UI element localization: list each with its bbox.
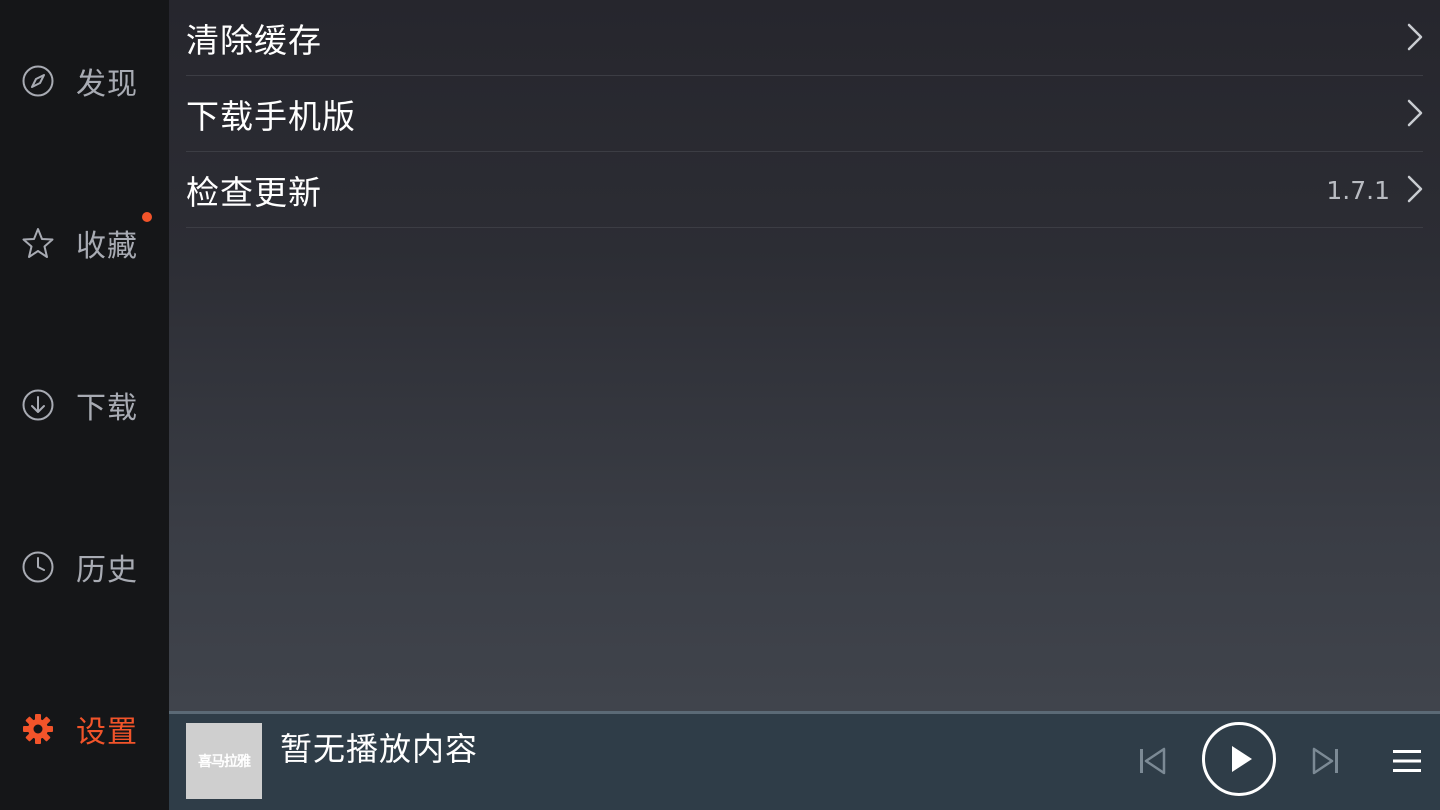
download-icon [21, 388, 55, 422]
sidebar-item-favorites[interactable]: 收藏 [0, 203, 169, 283]
play-icon [1232, 746, 1252, 772]
app-window: 发现 收藏 下载 历史 设置 清除缓存 下载手机版 检查更新 1.7.1 喜马拉… [0, 0, 1440, 810]
album-cover[interactable]: 喜马拉雅 [186, 723, 262, 799]
play-button[interactable] [1202, 722, 1276, 796]
settings-panel: 清除缓存 下载手机版 检查更新 1.7.1 [169, 0, 1440, 711]
settings-row-label: 清除缓存 [186, 21, 322, 60]
player-bar: 喜马拉雅 暂无播放内容 [169, 711, 1440, 810]
clock-icon [21, 550, 55, 584]
chevron-right-icon [1407, 175, 1423, 203]
sidebar-item-history[interactable]: 历史 [0, 527, 169, 607]
sidebar-item-downloads[interactable]: 下载 [0, 365, 169, 445]
skip-next-icon [1312, 747, 1338, 775]
settings-row-label: 检查更新 [186, 173, 322, 212]
sidebar-item-label: 收藏 [76, 229, 138, 264]
settings-row-check-update[interactable]: 检查更新 1.7.1 [186, 152, 1423, 228]
sidebar: 发现 收藏 下载 历史 设置 [0, 0, 169, 810]
sidebar-item-label: 设置 [76, 715, 138, 750]
playlist-button[interactable] [1390, 744, 1424, 778]
notification-dot [142, 212, 152, 222]
sidebar-item-discover[interactable]: 发现 [0, 41, 169, 121]
version-text: 1.7.1 [1326, 176, 1390, 205]
compass-icon [21, 64, 55, 98]
sidebar-item-label: 历史 [76, 553, 138, 588]
cover-logo-text: 喜马拉雅 [198, 754, 251, 770]
skip-previous-icon [1140, 747, 1166, 775]
previous-button[interactable] [1135, 744, 1169, 778]
star-icon [21, 226, 55, 260]
chevron-right-icon [1407, 99, 1423, 127]
settings-row-clear-cache[interactable]: 清除缓存 [186, 0, 1423, 76]
settings-row-label: 下载手机版 [186, 97, 356, 136]
menu-list-icon [1393, 750, 1421, 772]
gear-icon [21, 712, 55, 746]
settings-row-download-mobile[interactable]: 下载手机版 [186, 76, 1423, 152]
chevron-right-icon [1407, 23, 1423, 51]
next-button[interactable] [1309, 744, 1343, 778]
now-playing-title: 暂无播放内容 [280, 730, 479, 768]
sidebar-item-label: 发现 [76, 67, 138, 102]
sidebar-item-settings[interactable]: 设置 [0, 689, 169, 769]
sidebar-item-label: 下载 [76, 391, 138, 426]
